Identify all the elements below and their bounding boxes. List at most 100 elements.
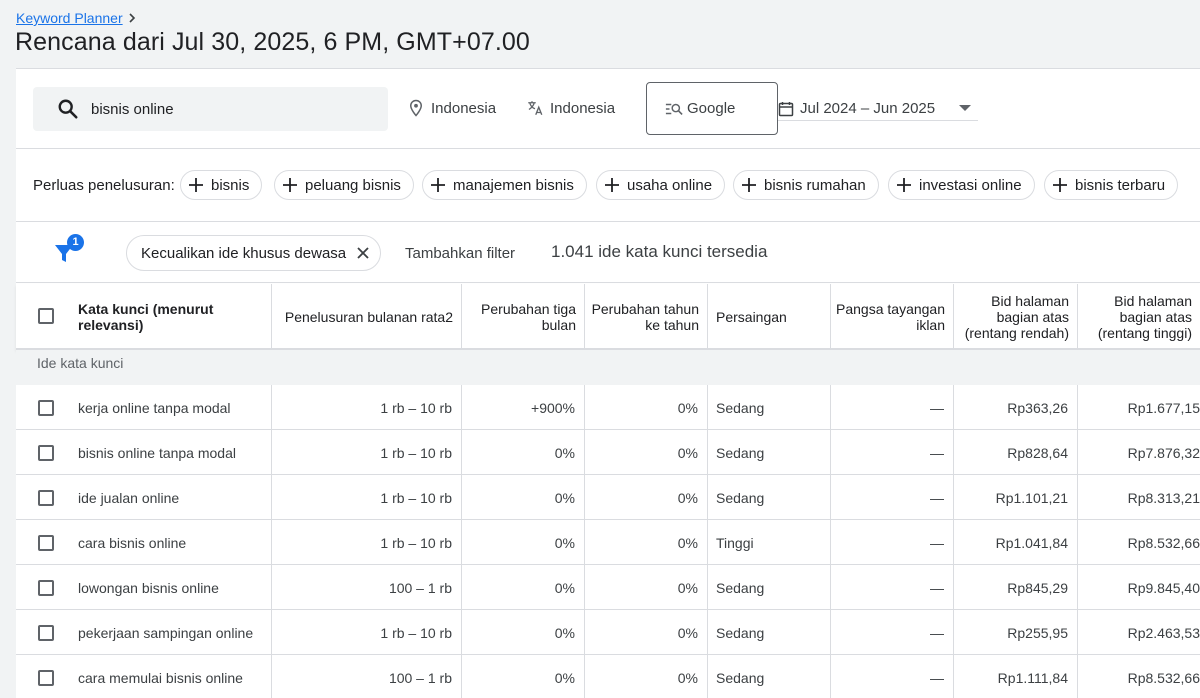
broaden-chip-manajemen-bisnis[interactable]: manajemen bisnis — [422, 170, 587, 200]
column-header-impression-share[interactable]: Pangsa tayangan iklan — [831, 284, 954, 350]
broaden-chip-usaha-online[interactable]: usaha online — [596, 170, 726, 200]
impression-share-cell: — — [831, 610, 954, 655]
search-network-icon — [665, 103, 683, 115]
competition-cell: Sedang — [708, 430, 831, 475]
row-checkbox[interactable] — [38, 490, 54, 506]
keyword-ideas-count: 1.041 ide kata kunci tersedia — [551, 242, 768, 261]
column-header-yoy-label: Perubahan tahun ke tahun — [591, 301, 699, 333]
broaden-chip-bisnis[interactable]: bisnis — [180, 170, 263, 200]
bid-high-cell: Rp8.532,66 — [1127, 534, 1200, 551]
impression-share-cell: — — [831, 430, 954, 475]
keyword-search-input[interactable]: bisnis online — [33, 87, 388, 131]
yoy-cell: 0% — [585, 655, 708, 698]
bid-low-cell: Rp1.041,84 — [954, 520, 1078, 565]
plus-icon — [283, 178, 297, 192]
close-icon[interactable] — [356, 246, 370, 260]
keyword-cell: cara bisnis online — [70, 520, 272, 565]
keyword-cell: pekerjaan sampingan online — [70, 610, 272, 655]
avg-searches-cell: 1 rb – 10 rb — [272, 430, 462, 475]
breadcrumb: Keyword Planner — [16, 10, 137, 26]
avg-searches-cell: 1 rb – 10 rb — [272, 385, 462, 430]
keyword-cell: cara memulai bisnis online — [70, 655, 272, 698]
table-row: cara bisnis online 1 rb – 10 rb 0% 0% Ti… — [16, 520, 1200, 565]
column-header-competition[interactable]: Persaingan — [708, 284, 831, 350]
active-filter-chip[interactable]: Kecualikan ide khusus dewasa — [126, 235, 382, 271]
column-header-yoy-change[interactable]: Perubahan tahun ke tahun — [585, 284, 708, 350]
row-checkbox[interactable] — [38, 580, 54, 596]
plus-icon — [1053, 178, 1067, 192]
chevron-right-icon — [129, 13, 135, 23]
column-header-bid-low-label: Bid halaman bagian atas (rentang rendah) — [964, 293, 1069, 341]
filter-count-badge: 1 — [67, 234, 84, 251]
competition-cell: Sedang — [708, 385, 831, 430]
avg-searches-cell: 100 – 1 rb — [272, 655, 462, 698]
plus-icon — [189, 178, 203, 192]
broaden-chip-investasi-online[interactable]: investasi online — [888, 170, 1035, 200]
impression-share-cell: — — [831, 475, 954, 520]
column-header-keyword-label: Kata kunci (menurut relevansi) — [78, 301, 214, 333]
three-month-cell: 0% — [462, 475, 585, 520]
select-all-checkbox[interactable] — [38, 308, 54, 324]
plus-icon — [605, 178, 619, 192]
row-checkbox[interactable] — [38, 445, 54, 461]
three-month-cell: 0% — [462, 520, 585, 565]
bid-high-cell: Rp9.845,40 — [1127, 579, 1200, 596]
table-header: Kata kunci (menurut relevansi) Penelusur… — [16, 284, 1200, 350]
column-header-three-month-label: Perubahan tiga bulan — [481, 301, 576, 333]
language-selector[interactable]: Indonesia — [526, 99, 615, 117]
keyword-cell: kerja online tanpa modal — [70, 385, 272, 430]
bid-low-cell: Rp845,29 — [954, 565, 1078, 610]
network-selector-button[interactable]: Google — [646, 82, 778, 135]
competition-cell: Sedang — [708, 475, 831, 520]
yoy-cell: 0% — [585, 385, 708, 430]
column-header-three-month-change[interactable]: Perubahan tiga bulan — [462, 284, 585, 350]
row-checkbox[interactable] — [38, 535, 54, 551]
table-row: lowongan bisnis online 100 – 1 rb 0% 0% … — [16, 565, 1200, 610]
chip-label: bisnis terbaru — [1075, 176, 1166, 194]
yoy-cell: 0% — [585, 610, 708, 655]
avg-searches-cell: 1 rb – 10 rb — [272, 475, 462, 520]
chip-label: manajemen bisnis — [453, 176, 574, 194]
yoy-cell: 0% — [585, 475, 708, 520]
location-label: Indonesia — [431, 99, 497, 117]
breadcrumb-link-keyword-planner[interactable]: Keyword Planner — [16, 10, 123, 26]
row-checkbox[interactable] — [38, 400, 54, 416]
column-header-avg-searches-label: Penelusuran bulanan rata2 — [284, 309, 453, 325]
bid-high-cell: Rp8.313,21 — [1127, 489, 1200, 506]
column-header-keyword[interactable]: Kata kunci (menurut relevansi) — [16, 284, 272, 350]
row-checkbox[interactable] — [38, 670, 54, 686]
column-header-competition-label: Persaingan — [716, 309, 787, 325]
table-row: pekerjaan sampingan online 1 rb – 10 rb … — [16, 610, 1200, 655]
three-month-cell: +900% — [462, 385, 585, 430]
chip-label: bisnis — [211, 176, 250, 194]
location-selector[interactable]: Indonesia — [407, 99, 496, 117]
broaden-label: Perluas penelusuran: — [33, 177, 175, 194]
table-row: bisnis online tanpa modal 1 rb – 10 rb 0… — [16, 430, 1200, 475]
competition-cell: Sedang — [708, 565, 831, 610]
bid-low-cell: Rp255,95 — [954, 610, 1078, 655]
add-filter-button[interactable]: Tambahkan filter — [405, 245, 515, 262]
keyword-cell: lowongan bisnis online — [70, 565, 272, 610]
network-label: Google — [687, 100, 736, 117]
column-header-bid-low[interactable]: Bid halaman bagian atas (rentang rendah) — [954, 284, 1078, 350]
keyword-cell: ide jualan online — [70, 475, 272, 520]
table-row: kerja online tanpa modal 1 rb – 10 rb +9… — [16, 385, 1200, 430]
plus-icon — [897, 178, 911, 192]
row-checkbox[interactable] — [38, 625, 54, 641]
column-header-avg-searches[interactable]: Penelusuran bulanan rata2 — [272, 284, 462, 350]
bid-low-cell: Rp828,64 — [954, 430, 1078, 475]
chip-label: bisnis rumahan — [764, 176, 866, 194]
bid-low-cell: Rp363,26 — [954, 385, 1078, 430]
column-header-bid-high-label: Bid halaman bagian atas (rentang tinggi) — [1097, 293, 1192, 341]
broaden-chip-peluang-bisnis[interactable]: peluang bisnis — [274, 170, 414, 200]
search-toolbar: bisnis online Indonesia Indonesia Google… — [16, 69, 1200, 149]
translate-icon — [528, 101, 543, 116]
bid-high-cell: Rp8.532,66 — [1127, 669, 1200, 686]
avg-searches-cell: 1 rb – 10 rb — [272, 610, 462, 655]
broaden-chip-bisnis-terbaru[interactable]: bisnis terbaru — [1044, 170, 1179, 200]
date-range-selector[interactable]: Jul 2024 – Jun 2025 — [778, 97, 978, 121]
bid-high-cell: Rp1.677,15 — [1127, 399, 1200, 416]
broaden-chip-bisnis-rumahan[interactable]: bisnis rumahan — [733, 170, 879, 200]
column-header-bid-high[interactable]: Bid halaman bagian atas (rentang tinggi) — [1078, 284, 1200, 350]
bid-high-cell: Rp2.463,53 — [1127, 624, 1200, 641]
